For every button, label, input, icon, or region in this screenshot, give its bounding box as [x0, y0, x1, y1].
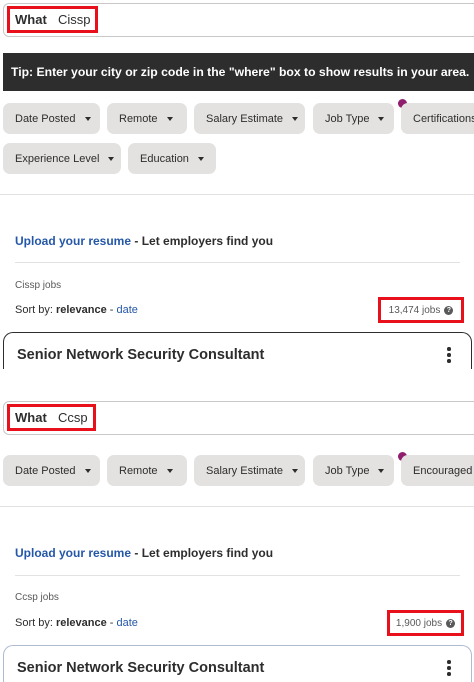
filter-label: Encouraged — [413, 464, 473, 477]
job-count: 1,900 jobs — [395, 617, 443, 629]
chevron-down-icon — [292, 468, 299, 473]
filter-label: Certifications — [413, 112, 474, 125]
filter-date-posted[interactable]: Date Posted — [3, 103, 100, 134]
upload-resume-link[interactable]: Upload your resume — [15, 234, 131, 248]
chevron-down-icon — [378, 468, 385, 473]
sort-date-link[interactable]: date — [117, 304, 138, 316]
chevron-down-icon — [84, 116, 91, 121]
sort-date-link[interactable]: date — [117, 617, 138, 629]
section-divider — [0, 194, 474, 195]
sort-prefix: Sort by: — [15, 617, 56, 629]
filter-remote[interactable]: Remote — [107, 103, 187, 134]
search-highlight-box — [7, 6, 98, 33]
section-divider — [15, 262, 460, 263]
help-icon[interactable]: ? — [444, 305, 454, 315]
filter-label: Remote — [119, 112, 158, 125]
section-divider — [0, 506, 474, 507]
upload-resume-link[interactable]: Upload your resume — [15, 546, 131, 560]
filter-job-type[interactable]: Job Type — [313, 455, 394, 486]
panel-separator — [0, 369, 474, 399]
more-options-icon[interactable] — [447, 660, 451, 676]
filter-label: Experience Level — [15, 152, 100, 165]
filter-education[interactable]: Education — [128, 143, 216, 174]
filter-label: Remote — [119, 464, 158, 477]
filter-label: Salary Estimate — [206, 112, 284, 125]
sort-by-line: Sort by: relevance - date — [15, 304, 138, 316]
sort-separator: - — [106, 304, 117, 316]
job-count: 13,474 jobs — [388, 304, 441, 316]
filter-job-type[interactable]: Job Type — [313, 103, 394, 134]
filter-label: Salary Estimate — [206, 464, 284, 477]
filter-encouraged[interactable]: Encouraged — [401, 455, 474, 486]
chevron-down-icon — [108, 156, 115, 161]
filter-label: Job Type — [325, 112, 370, 125]
filter-certifications[interactable]: Certifications — [401, 103, 474, 134]
jobs-query-label: Cissp jobs — [15, 280, 62, 291]
chevron-down-icon — [378, 116, 385, 121]
chevron-down-icon — [166, 468, 173, 473]
sort-by-line: Sort by: relevance - date — [15, 617, 138, 629]
jobs-query-label: Ccsp jobs — [15, 592, 59, 603]
chevron-down-icon — [197, 156, 204, 161]
job-title[interactable]: Senior Network Security Consultant — [17, 347, 264, 363]
sort-relevance: relevance — [55, 617, 107, 629]
filter-label: Date Posted — [15, 112, 76, 125]
help-icon[interactable]: ? — [446, 618, 456, 628]
filter-label: Education — [140, 152, 189, 165]
upload-resume-text: - Let employers find you — [131, 234, 274, 248]
upload-resume-line: Upload your resume - Let employers find … — [15, 546, 273, 560]
sort-relevance: relevance — [55, 304, 107, 316]
filter-remote[interactable]: Remote — [107, 455, 187, 486]
sort-prefix: Sort by: — [15, 304, 56, 316]
sort-separator: - — [106, 617, 117, 629]
job-count-highlight: 13,474 jobs? — [378, 297, 464, 323]
filter-salary-estimate[interactable]: Salary Estimate — [194, 455, 305, 486]
filter-salary-estimate[interactable]: Salary Estimate — [194, 103, 305, 134]
upload-resume-text: - Let employers find you — [131, 546, 274, 560]
section-divider — [15, 575, 460, 576]
location-tip-banner: Tip: Enter your city or zip code in the … — [3, 53, 474, 91]
filter-label: Job Type — [325, 464, 370, 477]
upload-resume-line: Upload your resume - Let employers find … — [15, 234, 273, 248]
filter-label: Date Posted — [15, 464, 76, 477]
job-title[interactable]: Senior Network Security Consultant — [17, 660, 264, 676]
filter-date-posted[interactable]: Date Posted — [3, 455, 100, 486]
chevron-down-icon — [84, 468, 91, 473]
chevron-down-icon — [166, 116, 173, 121]
job-card[interactable]: Senior Network Security Consultant — [3, 645, 472, 682]
filter-experience-level[interactable]: Experience Level — [3, 143, 121, 174]
search-highlight-box — [7, 404, 96, 431]
more-options-icon[interactable] — [447, 347, 451, 363]
job-count-highlight: 1,900 jobs? — [387, 610, 464, 636]
chevron-down-icon — [292, 116, 299, 121]
